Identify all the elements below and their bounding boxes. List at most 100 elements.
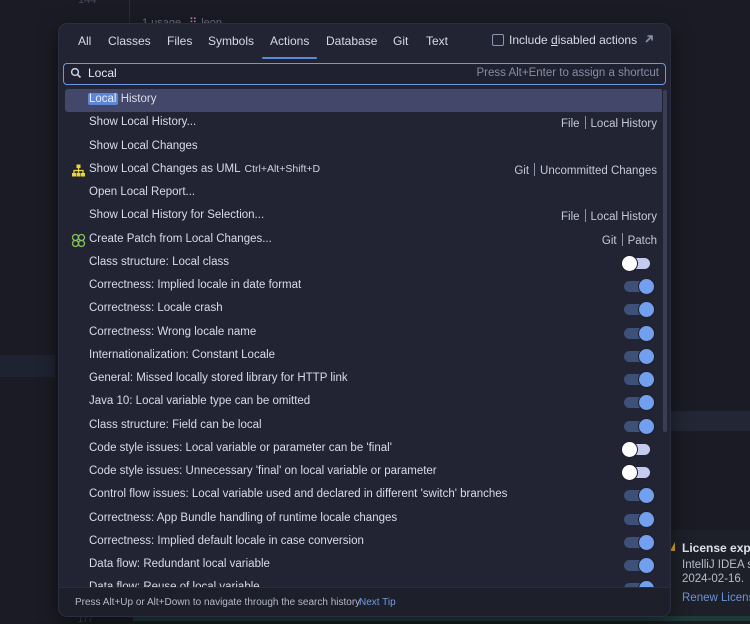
result-item[interactable]: Show Local Changes xyxy=(65,136,662,159)
search-input[interactable] xyxy=(88,66,388,80)
result-label: Code style issues: Local variable or par… xyxy=(89,442,392,454)
result-label: Open Local Report... xyxy=(89,186,195,198)
group-part: Local History xyxy=(591,118,657,130)
toggle-knob xyxy=(622,465,637,480)
result-item[interactable]: Data flow: Redundant local variable xyxy=(65,554,662,577)
toggle-knob xyxy=(639,535,654,550)
scrollbar-thumb[interactable] xyxy=(663,90,667,432)
inspection-toggle[interactable] xyxy=(622,279,654,294)
editor-line-highlight xyxy=(0,355,55,377)
result-item[interactable]: Correctness: Implied default locale in c… xyxy=(65,531,662,554)
group-part: Patch xyxy=(628,235,657,247)
inspection-toggle[interactable] xyxy=(622,349,654,364)
result-item[interactable]: Show Local Changes as UMLCtrl+Alt+Shift+… xyxy=(65,159,662,182)
editor-status-strip xyxy=(133,616,750,621)
result-item[interactable]: Class structure: Field can be local xyxy=(65,415,662,438)
label-part: isabled actions xyxy=(558,33,637,47)
patch-icon xyxy=(71,233,86,248)
inspection-toggle[interactable] xyxy=(622,372,654,387)
inspection-toggle[interactable] xyxy=(622,512,654,527)
assign-shortcut-hint: Press Alt+Enter to assign a shortcut xyxy=(477,67,660,79)
result-label: Control flow issues: Local variable used… xyxy=(89,488,507,500)
tab-actions[interactable]: Actions xyxy=(270,34,309,48)
warning-icon xyxy=(670,542,675,551)
group-separator xyxy=(585,116,586,129)
result-label: Data flow: Redundant local variable xyxy=(89,558,270,570)
include-disabled-actions-checkbox[interactable]: Include disabled actions xyxy=(492,33,637,47)
group-part: Git xyxy=(602,235,617,247)
toggle-knob xyxy=(622,256,637,271)
result-item[interactable]: Local History xyxy=(65,89,662,112)
result-item[interactable]: Code style issues: Unnecessary 'final' o… xyxy=(65,461,662,484)
action-group-path: FileLocal History xyxy=(561,116,657,130)
inspection-toggle[interactable] xyxy=(622,256,654,271)
tab-text[interactable]: Text xyxy=(426,34,448,48)
inspection-toggle[interactable] xyxy=(622,442,654,457)
result-item[interactable]: Open Local Report... xyxy=(65,182,662,205)
tab-database[interactable]: Database xyxy=(326,34,377,48)
result-label: Correctness: Locale crash xyxy=(89,302,223,314)
group-separator xyxy=(622,233,623,246)
search-history-tip: Press Alt+Up or Alt+Down to navigate thr… xyxy=(75,597,360,608)
inspection-toggle[interactable] xyxy=(622,558,654,573)
result-label: Show Local Changes as UMLCtrl+Alt+Shift+… xyxy=(89,163,320,175)
result-item[interactable]: Show Local History...FileLocal History xyxy=(65,112,662,135)
tab-git[interactable]: Git xyxy=(393,34,408,48)
toggle-knob xyxy=(622,442,637,457)
inspection-toggle[interactable] xyxy=(622,302,654,317)
toggle-knob xyxy=(639,349,654,364)
result-label: Show Local Changes xyxy=(89,140,198,152)
tab-symbols[interactable]: Symbols xyxy=(208,34,254,48)
checkbox-icon[interactable] xyxy=(492,34,504,46)
result-label: Correctness: App Bundle handling of runt… xyxy=(89,512,397,524)
result-item[interactable]: Show Local History for Selection...FileL… xyxy=(65,205,662,228)
result-item[interactable]: Correctness: Implied locale in date form… xyxy=(65,275,662,298)
action-group-path: Git Patch xyxy=(602,233,657,247)
result-label: Class structure: Local class xyxy=(89,256,229,268)
group-part: Git xyxy=(514,165,529,177)
result-label: Correctness: Implied locale in date form… xyxy=(89,279,301,291)
result-item[interactable]: Create Patch from Local Changes...GitPat… xyxy=(65,229,662,252)
inspection-toggle[interactable] xyxy=(622,465,654,480)
inspection-toggle[interactable] xyxy=(622,419,654,434)
tab-all[interactable]: All xyxy=(78,34,91,48)
result-item[interactable]: General: Missed locally stored library f… xyxy=(65,368,662,391)
toggle-knob xyxy=(639,302,654,317)
result-item[interactable]: Correctness: Locale crash xyxy=(65,298,662,321)
keyboard-shortcut: Ctrl+Alt+Shift+D xyxy=(245,163,321,175)
result-label: Show Local History for Selection... xyxy=(89,209,264,221)
inspection-toggle[interactable] xyxy=(622,488,654,503)
line-number: 144 xyxy=(78,0,96,6)
result-label: General: Missed locally stored library f… xyxy=(89,372,348,384)
search-field[interactable]: Press Alt+Enter to assign a shortcut xyxy=(63,63,666,85)
inspection-toggle[interactable] xyxy=(622,535,654,550)
result-item[interactable]: Class structure: Local class xyxy=(65,252,662,275)
open-in-window-icon[interactable] xyxy=(644,33,654,47)
result-item[interactable]: Control flow issues: Local variable used… xyxy=(65,484,662,507)
results-scrollbar[interactable] xyxy=(663,90,669,432)
tab-files[interactable]: Files xyxy=(167,34,192,48)
inspection-toggle[interactable] xyxy=(622,395,654,410)
group-part: Uncommitted Changes xyxy=(540,165,657,177)
renew-license-link[interactable]: Renew Licens xyxy=(682,592,750,604)
result-label: Correctness: Wrong locale name xyxy=(89,326,256,338)
result-item[interactable]: Java 10: Local variable type can be omit… xyxy=(65,391,662,414)
result-label: Class structure: Field can be local xyxy=(89,419,262,431)
group-part: Local History xyxy=(591,211,657,223)
result-label: Local History xyxy=(89,93,156,105)
action-group-path: Git Uncommitted Changes xyxy=(514,163,657,177)
result-item[interactable]: Correctness: App Bundle handling of runt… xyxy=(65,508,662,531)
toggle-knob xyxy=(639,326,654,341)
notification-body-date: 2024-02-16. xyxy=(682,573,744,585)
editor-line-highlight xyxy=(670,411,750,431)
result-item[interactable]: Data flow: Reuse of local variable xyxy=(65,577,662,587)
result-item[interactable]: Internationalization: Constant Locale xyxy=(65,345,662,368)
result-item[interactable]: Correctness: Wrong locale name xyxy=(65,322,662,345)
tab-classes[interactable]: Classes xyxy=(108,34,151,48)
group-separator xyxy=(534,163,535,176)
inspection-toggle[interactable] xyxy=(622,326,654,341)
next-tip-link[interactable]: Next Tip xyxy=(359,597,396,608)
result-item[interactable]: Code style issues: Local variable or par… xyxy=(65,438,662,461)
popup-footer: Press Alt+Up or Alt+Down to navigate thr… xyxy=(59,587,670,616)
include-disabled-label: Include disabled actions xyxy=(509,33,637,47)
